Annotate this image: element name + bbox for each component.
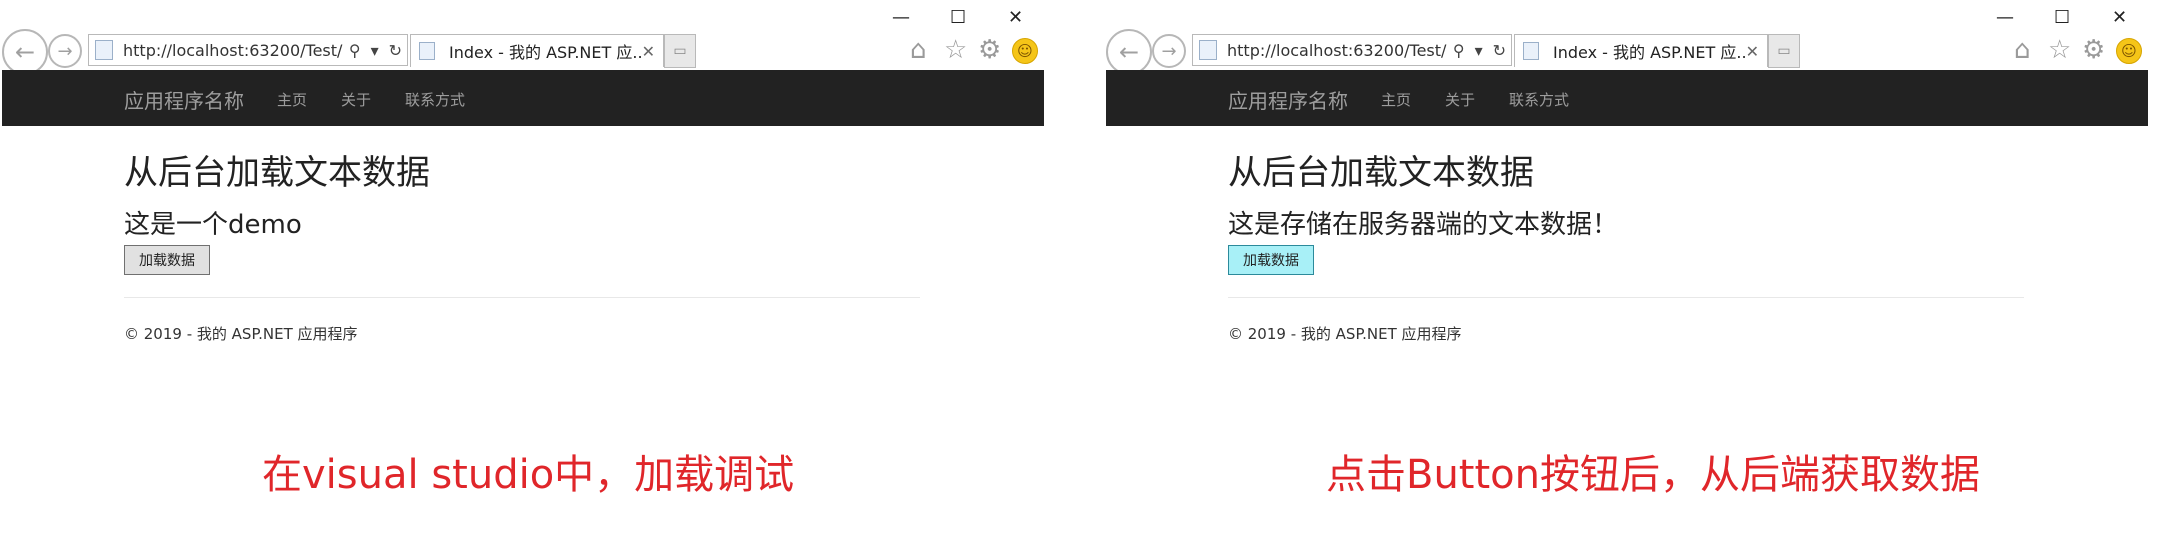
- close-button[interactable]: ✕: [2112, 6, 2127, 30]
- settings-gear-icon[interactable]: ⚙: [2082, 36, 2105, 64]
- address-bar[interactable]: http://localhost:63200/Test/ ⚲ ▾ ↻: [1192, 34, 1512, 66]
- refresh-icon[interactable]: ↻: [1493, 41, 1506, 60]
- minimize-button[interactable]: —: [1996, 6, 2014, 30]
- back-button[interactable]: ←: [1106, 29, 1152, 75]
- maximize-button[interactable]: ☐: [950, 6, 966, 30]
- favorites-star-icon[interactable]: ☆: [944, 36, 967, 64]
- new-tab-icon: ▭: [1777, 43, 1791, 59]
- minimize-button[interactable]: —: [892, 6, 910, 30]
- browser-tab[interactable]: Index - 我的 ASP.NET 应... ✕: [1514, 34, 1768, 67]
- settings-gear-icon[interactable]: ⚙: [978, 36, 1001, 64]
- tab-page-icon: [419, 42, 435, 60]
- navbar-brand[interactable]: 应用程序名称: [1228, 85, 1348, 114]
- forward-arrow-icon: →: [57, 40, 73, 62]
- browser-tab[interactable]: Index - 我的 ASP.NET 应... ✕: [410, 34, 664, 67]
- app-navbar: 应用程序名称 主页 关于 联系方式: [2, 70, 1044, 126]
- nav-link-contact[interactable]: 联系方式: [1509, 89, 1569, 110]
- tab-close-icon[interactable]: ✕: [642, 42, 655, 61]
- tab-title: Index - 我的 ASP.NET 应...: [1553, 43, 1746, 62]
- dropdown-icon[interactable]: ▾: [1475, 41, 1483, 60]
- back-button[interactable]: ←: [2, 29, 48, 75]
- nav-link-home[interactable]: 主页: [277, 89, 307, 110]
- browser-window-left: — ☐ ✕ ← → http://localhost:63200/Test/ ⚲…: [0, 0, 1044, 450]
- maximize-button[interactable]: ☐: [2054, 6, 2070, 30]
- refresh-icon[interactable]: ↻: [389, 41, 402, 60]
- loaded-text: 这是存储在服务器端的文本数据！: [1228, 210, 1619, 240]
- close-button[interactable]: ✕: [1008, 6, 1023, 30]
- footer-text: © 2019 - 我的 ASP.NET 应用程序: [124, 325, 358, 343]
- tab-title: Index - 我的 ASP.NET 应...: [449, 43, 642, 62]
- caption-right: 点击Button按钮后，从后端获取数据: [1326, 452, 1980, 498]
- feedback-smiley-icon[interactable]: ☺: [2116, 38, 2142, 64]
- dropdown-icon[interactable]: ▾: [371, 41, 379, 60]
- page-title: 从后台加载文本数据: [1228, 153, 1534, 193]
- back-arrow-icon: ←: [14, 38, 36, 66]
- address-bar[interactable]: http://localhost:63200/Test/ ⚲ ▾ ↻: [88, 34, 408, 66]
- new-tab-button[interactable]: ▭: [1768, 34, 1800, 68]
- nav-link-about[interactable]: 关于: [341, 89, 371, 110]
- forward-arrow-icon: →: [1161, 40, 1177, 62]
- home-icon[interactable]: ⌂: [910, 36, 927, 64]
- page-icon: [1199, 40, 1217, 60]
- feedback-smiley-icon[interactable]: ☺: [1012, 38, 1038, 64]
- tab-page-icon: [1523, 42, 1539, 60]
- favorites-star-icon[interactable]: ☆: [2048, 36, 2071, 64]
- divider: [1228, 297, 2024, 298]
- new-tab-icon: ▭: [673, 43, 687, 59]
- divider: [124, 297, 920, 298]
- forward-button[interactable]: →: [48, 34, 82, 68]
- search-icon[interactable]: ⚲: [1453, 41, 1465, 60]
- address-url[interactable]: http://localhost:63200/Test/: [1227, 41, 1448, 60]
- back-arrow-icon: ←: [1118, 38, 1140, 66]
- load-data-button[interactable]: 加载数据: [1228, 245, 1314, 275]
- browser-window-right: — ☐ ✕ ← → http://localhost:63200/Test/ ⚲…: [1104, 0, 2148, 450]
- forward-button[interactable]: →: [1152, 34, 1186, 68]
- home-icon[interactable]: ⌂: [2014, 36, 2031, 64]
- nav-link-home[interactable]: 主页: [1381, 89, 1411, 110]
- tab-close-icon[interactable]: ✕: [1746, 42, 1759, 61]
- address-url[interactable]: http://localhost:63200/Test/: [123, 41, 344, 60]
- load-data-button[interactable]: 加载数据: [124, 245, 210, 275]
- search-icon[interactable]: ⚲: [349, 41, 361, 60]
- new-tab-button[interactable]: ▭: [664, 34, 696, 68]
- footer-text: © 2019 - 我的 ASP.NET 应用程序: [1228, 325, 1462, 343]
- navbar-brand[interactable]: 应用程序名称: [124, 85, 244, 114]
- page-title: 从后台加载文本数据: [124, 153, 430, 193]
- caption-left: 在visual studio中，加载调试: [262, 452, 795, 498]
- nav-link-about[interactable]: 关于: [1445, 89, 1475, 110]
- page-icon: [95, 40, 113, 60]
- nav-link-contact[interactable]: 联系方式: [405, 89, 465, 110]
- loaded-text: 这是一个demo: [124, 210, 302, 240]
- app-navbar: 应用程序名称 主页 关于 联系方式: [1106, 70, 2148, 126]
